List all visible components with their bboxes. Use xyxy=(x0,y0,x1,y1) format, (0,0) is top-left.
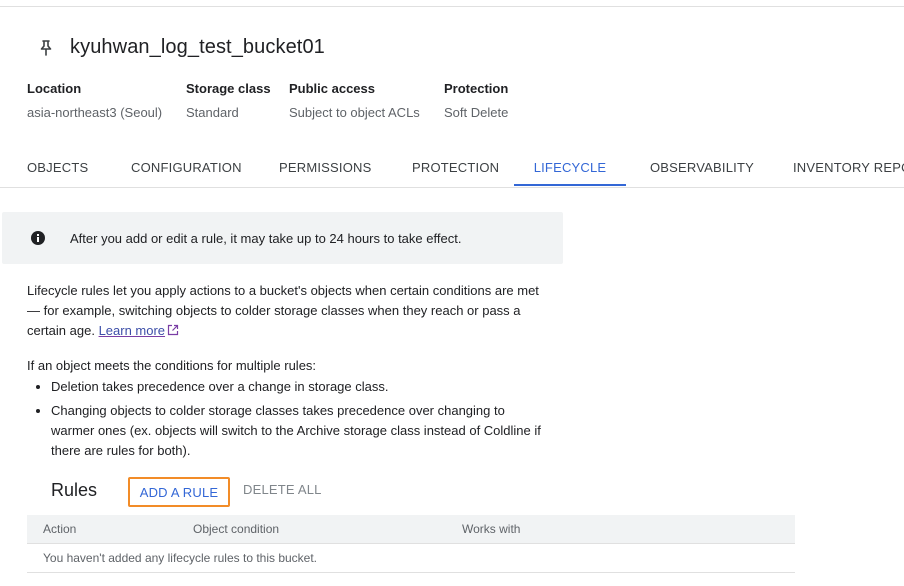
empty-state-message: You haven't added any lifecycle rules to… xyxy=(43,551,318,565)
rules-table: Action Object condition Works with You h… xyxy=(27,515,795,573)
info-banner: After you add or edit a rule, it may tak… xyxy=(2,212,563,264)
tab-objects[interactable]: OBJECTS xyxy=(27,150,88,186)
tab-protection[interactable]: PROTECTION xyxy=(412,150,499,186)
column-header-object-condition[interactable]: Object condition xyxy=(193,515,279,543)
list-item: Changing objects to colder storage class… xyxy=(27,401,547,461)
table-empty-row: You haven't added any lifecycle rules to… xyxy=(27,544,795,573)
column-header-works-with[interactable]: Works with xyxy=(462,515,520,543)
info-icon xyxy=(30,230,46,246)
add-rule-button[interactable]: ADD A RULE xyxy=(128,477,230,507)
info-location: Location asia-northeast3 (Seoul) xyxy=(27,81,162,121)
column-header-action[interactable]: Action xyxy=(43,515,76,543)
tab-configuration[interactable]: CONFIGURATION xyxy=(131,150,242,186)
table-header-row: Action Object condition Works with xyxy=(27,515,795,544)
tab-inventory-reports[interactable]: INVENTORY REPORTS xyxy=(793,150,904,186)
info-storage-class: Storage class Standard xyxy=(186,81,271,121)
tab-observability[interactable]: OBSERVABILITY xyxy=(650,150,754,186)
info-label: Protection xyxy=(444,81,509,96)
banner-message: After you add or edit a rule, it may tak… xyxy=(70,230,462,246)
bucket-name: kyuhwan_log_test_bucket01 xyxy=(70,36,325,58)
precedence-list: Deletion takes precedence over a change … xyxy=(27,377,547,465)
list-item: Deletion takes precedence over a change … xyxy=(27,377,547,397)
tab-bar: OBJECTS CONFIGURATION PERMISSIONS PROTEC… xyxy=(0,150,904,188)
info-value: Standard xyxy=(186,105,239,120)
info-label: Location xyxy=(27,81,82,96)
bucket-header: kyuhwan_log_test_bucket01 xyxy=(38,36,325,59)
top-divider xyxy=(0,6,904,7)
tab-lifecycle[interactable]: LIFECYCLE xyxy=(514,150,626,186)
learn-more-link[interactable]: Learn more xyxy=(99,323,179,338)
info-protection: Protection Soft Delete xyxy=(444,81,508,121)
info-value: Soft Delete xyxy=(444,105,509,120)
external-link-icon xyxy=(167,322,179,336)
info-label: Storage class xyxy=(186,81,271,96)
lifecycle-description: Lifecycle rules let you apply actions to… xyxy=(27,281,547,341)
info-public-access: Public access Subject to object ACLs xyxy=(289,81,420,121)
multi-rules-title: If an object meets the conditions for mu… xyxy=(27,358,317,373)
bucket-info-strip: Location asia-northeast3 (Seoul) Storage… xyxy=(0,81,904,131)
rules-heading: Rules xyxy=(51,480,98,500)
info-label: Public access xyxy=(289,81,375,96)
info-value: Subject to object ACLs xyxy=(289,105,420,120)
learn-more-label: Learn more xyxy=(98,323,166,338)
pin-icon[interactable] xyxy=(38,37,54,59)
info-value: asia-northeast3 (Seoul) xyxy=(27,105,163,120)
bucket-details-page: kyuhwan_log_test_bucket01 Location asia-… xyxy=(0,0,904,586)
tab-permissions[interactable]: PERMISSIONS xyxy=(279,150,372,186)
delete-all-button[interactable]: DELETE ALL xyxy=(243,482,322,497)
